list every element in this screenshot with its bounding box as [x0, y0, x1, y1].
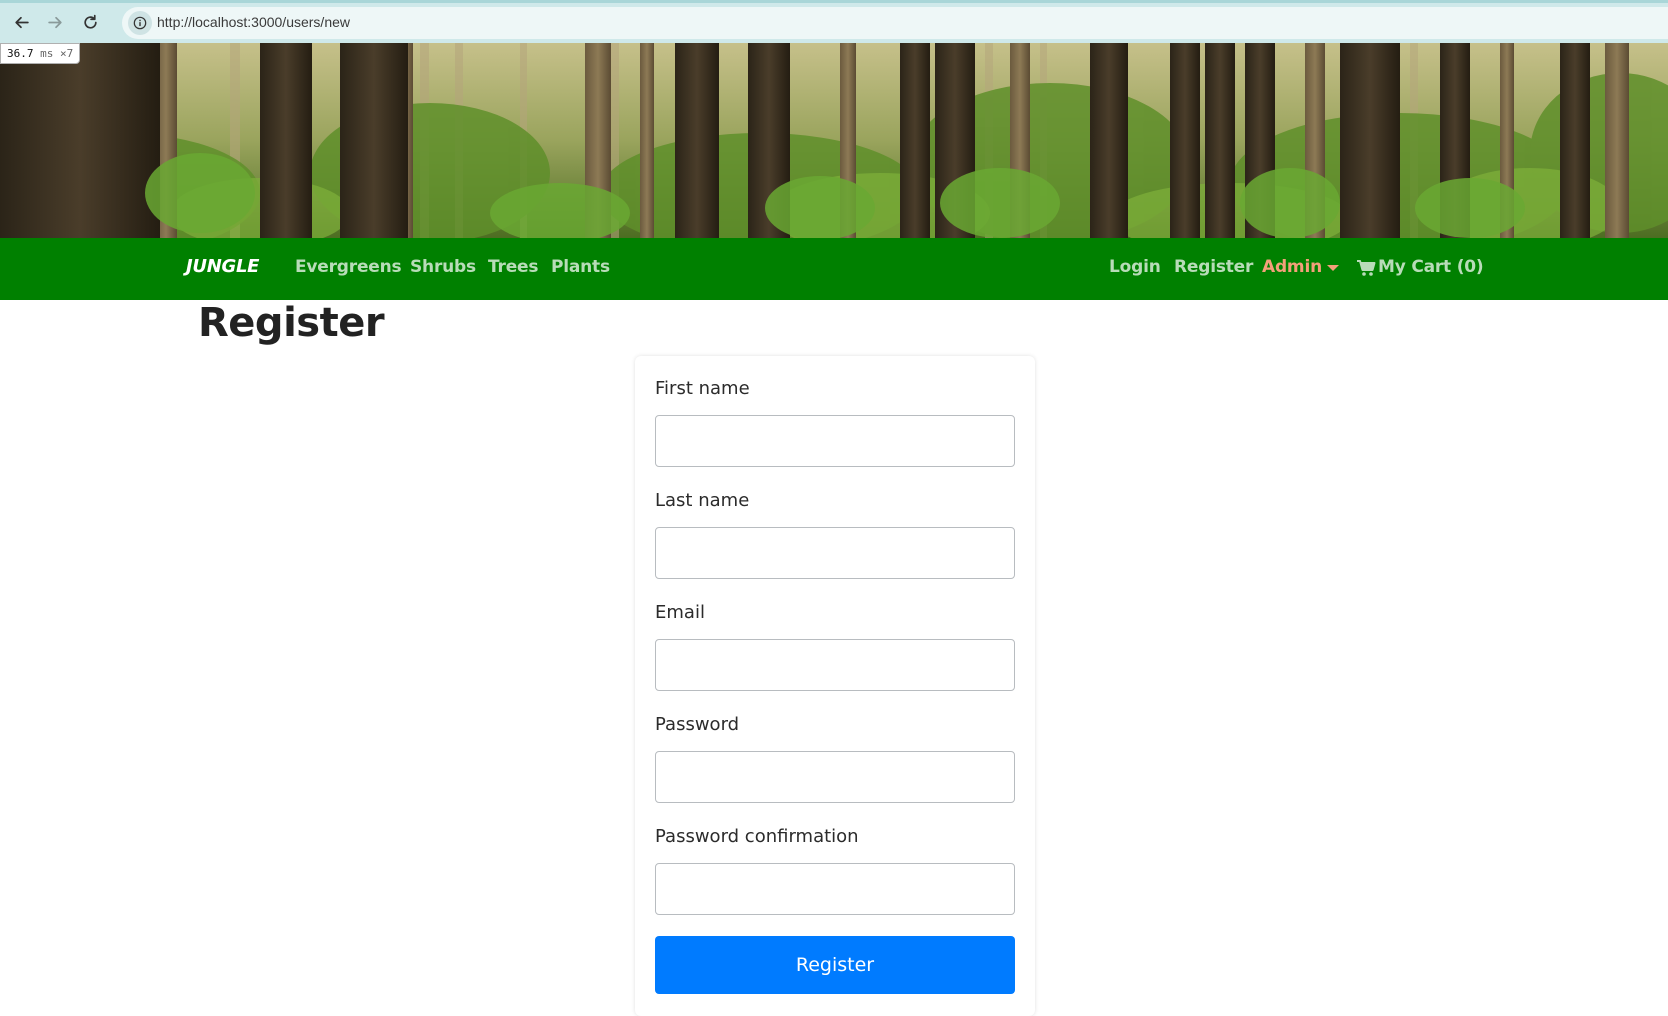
brand-logo[interactable]: JUNGLE: [186, 256, 259, 277]
browser-toolbar: http://localhost:3000/users/new: [0, 0, 1668, 43]
back-button[interactable]: [7, 8, 35, 36]
perf-value: 36.7: [7, 47, 34, 60]
forest-illustration: [0, 43, 1668, 238]
email-field[interactable]: [655, 639, 1015, 691]
password-label: Password: [655, 714, 740, 735]
site-info-icon: [133, 16, 147, 30]
email-label: Email: [655, 602, 705, 623]
cart-icon: [1357, 260, 1376, 276]
perf-badge: 36.7 ms ×7: [0, 43, 81, 64]
forest-banner: [0, 43, 1668, 238]
password-confirmation-label: Password confirmation: [655, 826, 859, 847]
nav-admin-dropdown[interactable]: Admin: [1262, 257, 1322, 277]
url-text[interactable]: http://localhost:3000/users/new: [157, 14, 350, 30]
nav-link-cart[interactable]: My Cart (0): [1378, 257, 1484, 277]
forward-button[interactable]: [41, 8, 69, 36]
main-navbar: JUNGLE Evergreens Shrubs Trees Plants Lo…: [0, 238, 1668, 300]
register-submit-button[interactable]: Register: [655, 936, 1015, 994]
nav-link-register[interactable]: Register: [1174, 257, 1253, 277]
forward-arrow-icon: [47, 16, 62, 28]
caret-down-icon: [1327, 265, 1339, 271]
first-name-label: First name: [655, 378, 750, 399]
nav-link-plants[interactable]: Plants: [551, 257, 610, 277]
last-name-label: Last name: [655, 490, 750, 511]
perf-unit: ms: [40, 47, 54, 60]
first-name-field[interactable]: [655, 415, 1015, 467]
register-form: First name Last name Email Password Pass…: [635, 356, 1035, 1016]
perf-multiplier: ×7: [60, 47, 74, 60]
back-arrow-icon: [14, 16, 29, 28]
nav-link-evergreens[interactable]: Evergreens: [295, 257, 402, 277]
nav-link-trees[interactable]: Trees: [488, 257, 538, 277]
reload-button[interactable]: [76, 8, 104, 36]
reload-icon: [83, 14, 97, 29]
page-title: Register: [198, 300, 385, 346]
password-field[interactable]: [655, 751, 1015, 803]
site-info-button[interactable]: [128, 11, 152, 35]
last-name-field[interactable]: [655, 527, 1015, 579]
nav-link-shrubs[interactable]: Shrubs: [410, 257, 476, 277]
password-confirmation-field[interactable]: [655, 863, 1015, 915]
nav-link-login[interactable]: Login: [1109, 257, 1161, 277]
address-bar[interactable]: http://localhost:3000/users/new: [122, 7, 1668, 39]
